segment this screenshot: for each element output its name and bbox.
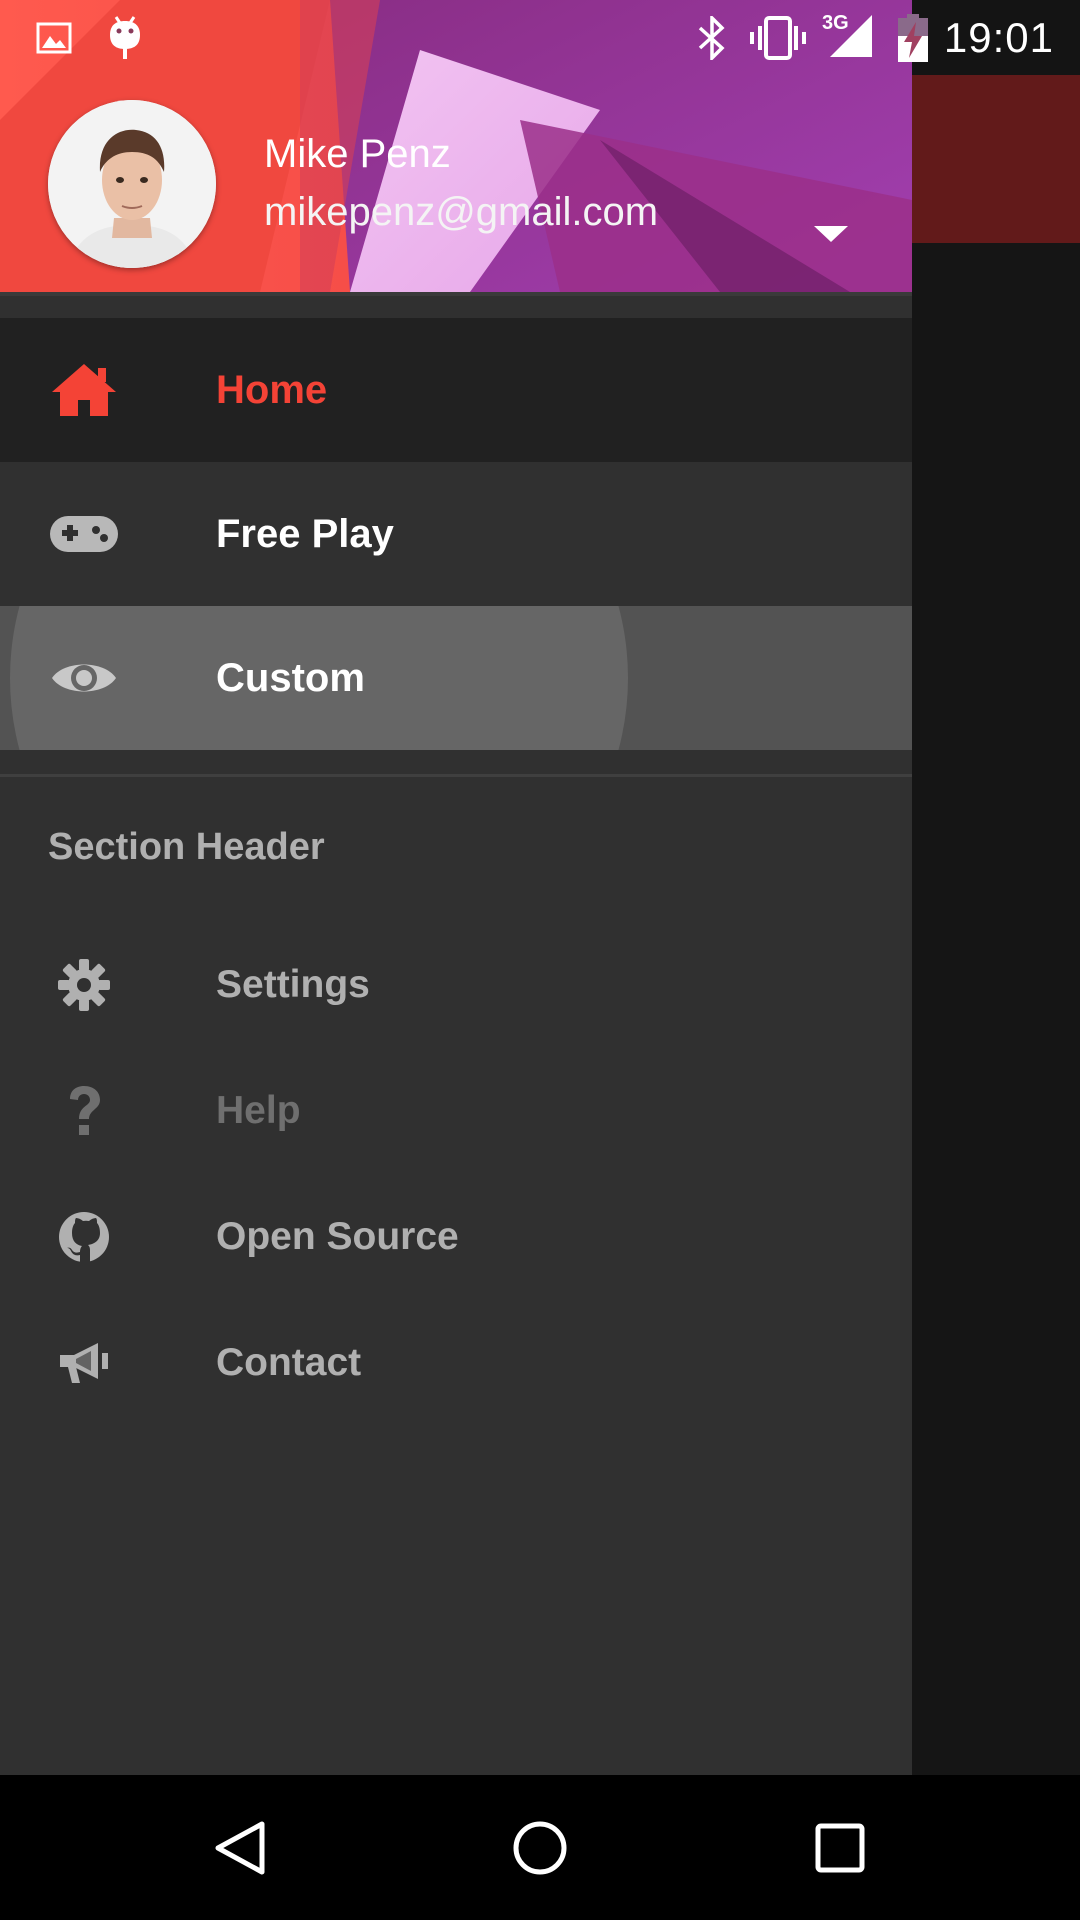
drawer-item-label: Help bbox=[216, 1089, 301, 1132]
drawer-item-help[interactable]: Help bbox=[0, 1048, 912, 1174]
battery-charging-icon bbox=[898, 0, 928, 75]
profile-email: mikepenz@gmail.com bbox=[264, 190, 659, 234]
back-icon[interactable] bbox=[190, 1775, 290, 1920]
home-icon bbox=[48, 354, 120, 426]
drawer-item-custom[interactable]: Custom bbox=[0, 606, 912, 750]
android-icon bbox=[108, 0, 142, 75]
gamepad-icon bbox=[48, 498, 120, 570]
avatar[interactable] bbox=[48, 100, 216, 268]
network-type: 3G bbox=[822, 12, 849, 34]
behind-content bbox=[912, 243, 1080, 1775]
status-bar: 3G 19:01 bbox=[0, 0, 1080, 75]
gear-icon bbox=[56, 957, 112, 1013]
header-divider bbox=[0, 292, 912, 296]
section-divider bbox=[0, 774, 912, 777]
recents-icon[interactable] bbox=[790, 1775, 890, 1920]
section-header: Section Header bbox=[48, 826, 325, 868]
drawer-item-label: Contact bbox=[216, 1341, 362, 1384]
home-circle-icon[interactable] bbox=[490, 1775, 590, 1920]
megaphone-icon bbox=[56, 1335, 112, 1391]
image-icon bbox=[36, 0, 72, 75]
drawer-item-free-play[interactable]: Free Play bbox=[0, 462, 912, 606]
drawer-item-home[interactable]: Home bbox=[0, 318, 912, 462]
arrow-drop-down-icon[interactable] bbox=[814, 222, 848, 244]
status-time: 19:01 bbox=[943, 13, 1054, 61]
drawer-item-label: Open Source bbox=[216, 1215, 459, 1258]
drawer-item-settings[interactable]: Settings bbox=[0, 922, 912, 1048]
signal-icon bbox=[820, 0, 874, 73]
eye-icon bbox=[48, 642, 120, 714]
bluetooth-icon bbox=[696, 0, 728, 75]
profile-name: Mike Penz bbox=[264, 132, 451, 176]
drawer-item-label: Home bbox=[216, 367, 328, 412]
drawer-item-label: Free Play bbox=[216, 511, 394, 556]
system-nav-bar bbox=[0, 1775, 1080, 1920]
drawer-item-label: Settings bbox=[216, 963, 370, 1006]
navigation-drawer: Mike Penz mikepenz@gmail.com Home Free P… bbox=[0, 0, 912, 1775]
drawer-item-open-source[interactable]: Open Source bbox=[0, 1174, 912, 1300]
drawer-item-label: Custom bbox=[216, 655, 365, 700]
github-icon bbox=[56, 1209, 112, 1265]
drawer-item-contact[interactable]: Contact bbox=[0, 1300, 912, 1426]
vibrate-icon bbox=[750, 0, 806, 75]
behind-toolbar bbox=[912, 75, 1080, 243]
question-icon bbox=[56, 1083, 112, 1139]
